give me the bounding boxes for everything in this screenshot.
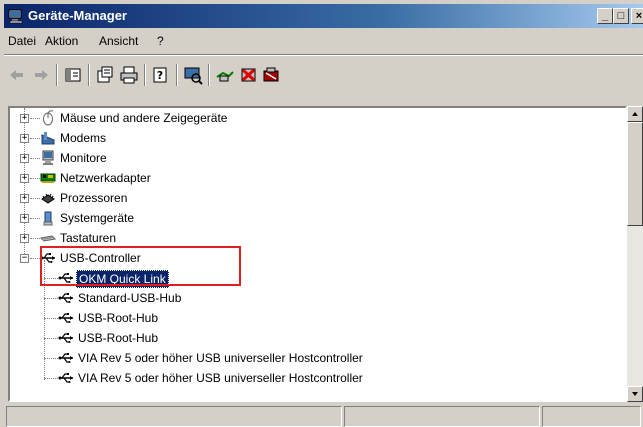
- help-icon[interactable]: ?: [150, 64, 172, 86]
- tree-device-via-hostcontroller[interactable]: VIA Rev 5 oder höher USB universeller Ho…: [10, 348, 610, 368]
- maximize-button[interactable]: □: [613, 8, 629, 24]
- tree-category-prozessoren[interactable]: + Prozessoren: [10, 188, 610, 208]
- status-pane-main: [6, 406, 342, 427]
- uninstall-icon[interactable]: [238, 64, 260, 86]
- toolbar-separator: [144, 64, 146, 86]
- toolbar: ?: [4, 56, 643, 106]
- scroll-thumb[interactable]: [627, 122, 643, 226]
- collapse-toggle[interactable]: −: [20, 254, 29, 263]
- vertical-scrollbar[interactable]: [627, 106, 643, 402]
- properties-icon[interactable]: [94, 64, 116, 86]
- tree-line: [30, 218, 40, 219]
- scroll-down-button[interactable]: [627, 386, 643, 402]
- expand-toggle[interactable]: +: [20, 174, 29, 183]
- svg-text:?: ?: [157, 69, 163, 82]
- toolbar-separator: [56, 64, 58, 86]
- mouse-icon: [40, 110, 56, 126]
- tree-category-systemgeraete[interactable]: + Systemgeräte: [10, 208, 610, 228]
- network-adapter-icon: [40, 170, 56, 186]
- tree-category-maeuse[interactable]: + Mäuse und andere Zeigegeräte: [10, 108, 610, 128]
- status-pane-2: [344, 406, 540, 427]
- disable-icon[interactable]: [260, 64, 282, 86]
- scan-hardware-icon[interactable]: [182, 64, 204, 86]
- tree-line: [44, 318, 58, 319]
- title-bar[interactable]: Geräte-Manager _ □ ×: [4, 4, 643, 28]
- device-manager-window: Geräte-Manager _ □ × Datei Aktion Ansich…: [0, 0, 643, 427]
- minimize-button[interactable]: _: [597, 8, 613, 24]
- update-driver-icon[interactable]: [214, 64, 236, 86]
- tree-line: [44, 378, 58, 379]
- category-label: Systemgeräte: [60, 211, 135, 225]
- menu-help[interactable]: ?: [157, 34, 164, 48]
- expand-toggle[interactable]: +: [20, 214, 29, 223]
- device-label: Standard-USB-Hub: [78, 291, 182, 305]
- device-manager-icon: [8, 8, 24, 24]
- menu-datei[interactable]: Datei: [8, 34, 36, 48]
- tree-device-via-hostcontroller[interactable]: VIA Rev 5 oder höher USB universeller Ho…: [10, 368, 610, 388]
- scroll-up-button[interactable]: [627, 106, 643, 122]
- tree-line: [30, 198, 40, 199]
- expand-toggle[interactable]: +: [20, 154, 29, 163]
- tree-line: [30, 178, 40, 179]
- tree-line: [44, 358, 58, 359]
- tree-line: [30, 138, 40, 139]
- device-label: USB-Root-Hub: [78, 331, 159, 345]
- category-label: Monitore: [60, 151, 107, 165]
- tree-line: [44, 298, 58, 299]
- toolbar-separator: [88, 64, 90, 86]
- expand-toggle[interactable]: +: [20, 134, 29, 143]
- processor-icon: [40, 190, 56, 206]
- usb-device-icon: [58, 350, 74, 366]
- console-tree-icon[interactable]: [62, 64, 84, 86]
- toolbar-separator: [208, 64, 210, 86]
- toolbar-separator: [176, 64, 178, 86]
- tree-category-modems[interactable]: + Modems: [10, 128, 610, 148]
- tree-category-monitore[interactable]: + Monitore: [10, 148, 610, 168]
- usb-device-icon: [58, 330, 74, 346]
- back-arrow-icon[interactable]: [6, 64, 28, 86]
- tree-line: [30, 238, 40, 239]
- tree-category-netzwerkadapter[interactable]: + Netzwerkadapter: [10, 168, 610, 188]
- forward-arrow-icon[interactable]: [30, 64, 52, 86]
- expand-toggle[interactable]: +: [20, 194, 29, 203]
- tree-device-standard-usb-hub[interactable]: Standard-USB-Hub: [10, 288, 610, 308]
- system-device-icon: [40, 210, 56, 226]
- tree-device-usb-root-hub[interactable]: USB-Root-Hub: [10, 328, 610, 348]
- device-tree[interactable]: + Mäuse und andere Zeigegeräte + Modems …: [8, 106, 627, 402]
- print-icon[interactable]: [118, 64, 140, 86]
- status-bar: [4, 404, 643, 427]
- category-label: Netzwerkadapter: [60, 171, 151, 185]
- tree-line: [44, 338, 58, 339]
- tree-line: [30, 158, 40, 159]
- tree-line: [30, 258, 40, 259]
- usb-device-icon: [58, 370, 74, 386]
- category-label: Tastaturen: [60, 231, 117, 245]
- tree-device-usb-root-hub[interactable]: USB-Root-Hub: [10, 308, 610, 328]
- expand-toggle[interactable]: +: [20, 114, 29, 123]
- status-pane-3: [542, 406, 641, 427]
- device-tree-content: + Mäuse und andere Zeigegeräte + Modems …: [10, 108, 625, 400]
- device-label: VIA Rev 5 oder höher USB universeller Ho…: [78, 371, 363, 385]
- tree-line: [30, 118, 40, 119]
- annotation-highlight-box: [40, 246, 241, 286]
- category-label: Modems: [60, 131, 107, 145]
- device-label: USB-Root-Hub: [78, 311, 159, 325]
- category-label: Prozessoren: [60, 191, 128, 205]
- menu-aktion[interactable]: Aktion: [45, 34, 78, 48]
- category-label: Mäuse und andere Zeigegeräte: [60, 111, 228, 125]
- menu-ansicht[interactable]: Ansicht: [99, 34, 138, 48]
- menu-bar: Datei Aktion Ansicht ?: [4, 30, 643, 52]
- usb-device-icon: [58, 290, 74, 306]
- modem-icon: [40, 130, 56, 146]
- expand-toggle[interactable]: +: [20, 234, 29, 243]
- keyboard-icon: [39, 230, 57, 246]
- window-title: Geräte-Manager: [28, 8, 127, 23]
- usb-device-icon: [58, 310, 74, 326]
- close-button[interactable]: ×: [631, 8, 643, 24]
- device-label: VIA Rev 5 oder höher USB universeller Ho…: [78, 351, 363, 365]
- monitor-icon: [40, 150, 56, 166]
- tree-category-tastaturen[interactable]: + Tastaturen: [10, 228, 610, 248]
